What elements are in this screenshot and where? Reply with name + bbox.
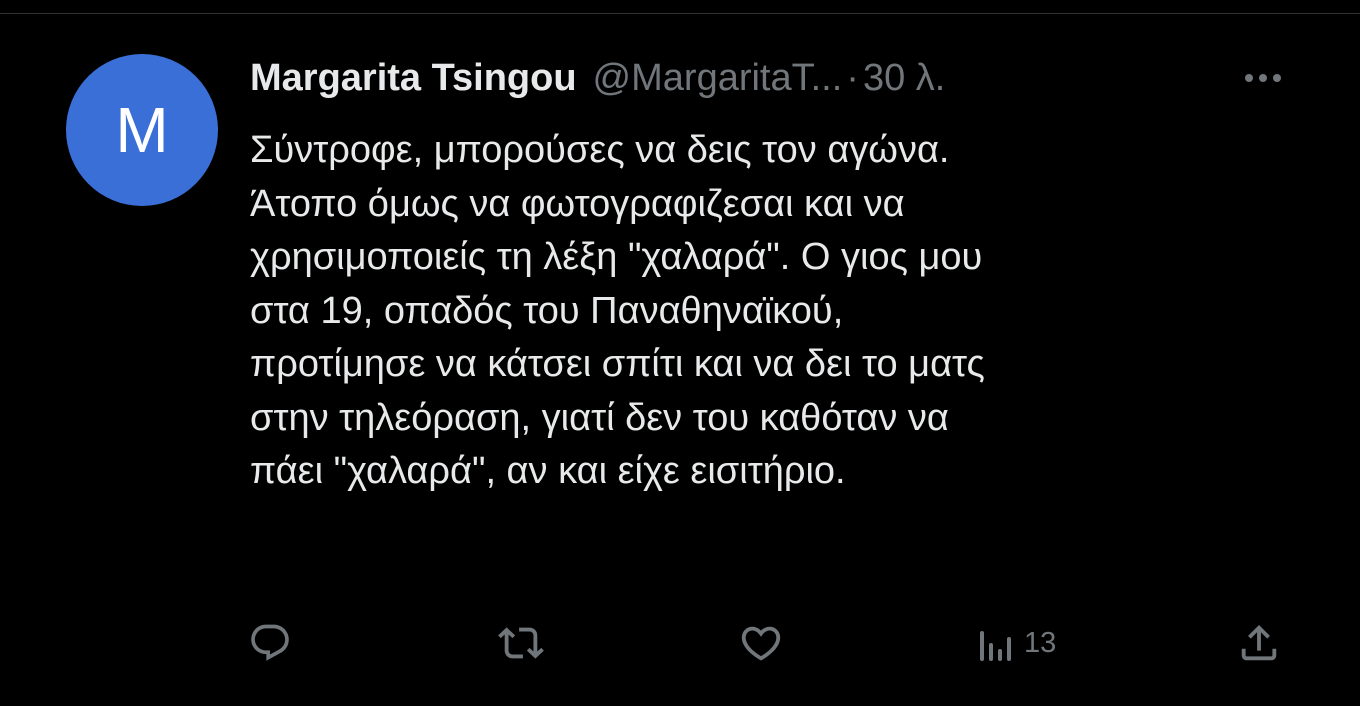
retweet-button[interactable] [498, 618, 544, 668]
avatar[interactable]: M [66, 54, 218, 206]
more-horizontal-icon [1245, 74, 1281, 82]
views-count: 13 [1024, 626, 1057, 659]
views-button[interactable]: 13 [978, 618, 1056, 668]
timestamp[interactable]: 30 λ. [863, 57, 945, 100]
separator-dot: · [846, 56, 859, 99]
author-name[interactable]: Margarita Tsingou [250, 57, 577, 100]
share-button[interactable] [1236, 618, 1282, 668]
tweet-header: Margarita Tsingou @MargaritaT... · 30 λ. [250, 55, 945, 101]
tweet-text: Σύντροφε, μπορούσες να δεις τον αγώνα. Ά… [250, 129, 985, 492]
retweet-icon [498, 627, 544, 659]
more-options-button[interactable] [1238, 60, 1288, 96]
author-handle[interactable]: @MargaritaT... [593, 57, 843, 100]
share-icon [1241, 624, 1277, 661]
like-button[interactable] [738, 618, 784, 668]
reply-icon [251, 624, 289, 661]
heart-icon [741, 626, 781, 661]
avatar-letter: M [115, 94, 169, 166]
views-icon [980, 631, 1011, 661]
reply-button[interactable] [248, 618, 292, 668]
divider [0, 13, 1360, 14]
tweet-card[interactable]: M Margarita Tsingou @MargaritaT... · 30 … [0, 0, 1360, 706]
